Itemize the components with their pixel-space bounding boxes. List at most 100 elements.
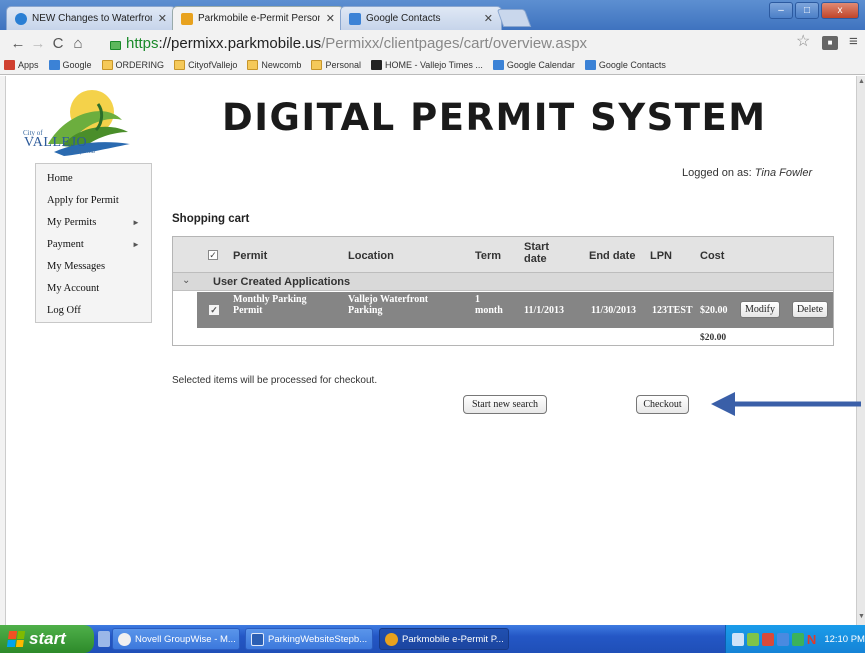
select-all-checkbox[interactable]: ✓ — [208, 250, 218, 260]
minimize-button[interactable]: – — [769, 2, 793, 19]
maximize-button[interactable]: □ — [795, 2, 819, 19]
browser-tab-waterfront[interactable]: NEW Changes to Waterfront ✕ — [6, 6, 176, 30]
delete-button[interactable]: Delete — [792, 301, 828, 318]
close-window-button[interactable]: x — [821, 2, 859, 19]
nav-item-apply-for-permit[interactable]: Apply for Permit — [36, 189, 151, 211]
browser-tab-google-contacts[interactable]: Google Contacts ✕ — [340, 6, 502, 30]
group-row-user-created[interactable]: ⌄ User Created Applications — [173, 273, 833, 291]
close-icon[interactable]: ✕ — [326, 12, 335, 25]
collapse-toggle-icon[interactable]: ⌄ — [182, 275, 190, 286]
bookmark-apps[interactable]: Apps — [4, 60, 39, 70]
group-label: User Created Applications — [213, 276, 351, 288]
page-title: DIGITAL PERMIT SYSTEM — [222, 96, 767, 139]
volume-icon[interactable] — [776, 632, 789, 646]
cart-total: $20.00 — [700, 333, 727, 343]
forward-icon[interactable]: → — [28, 35, 48, 52]
apps-grid-icon — [4, 60, 15, 70]
taskbar-item-groupwise[interactable]: Novell GroupWise - M... — [112, 628, 240, 650]
contacts-icon — [584, 60, 596, 70]
tab-label: Parkmobile e-Permit Personal — [198, 13, 320, 24]
taskbar-item-chrome[interactable]: Parkmobile e-Permit P... — [379, 628, 509, 650]
security-icon[interactable] — [746, 632, 759, 646]
network-icon[interactable] — [732, 632, 744, 646]
bookmark-google-calendar[interactable]: Google Calendar — [492, 60, 575, 70]
logged-on-status: Logged on as: Tina Fowler — [682, 167, 813, 179]
tab-label: Google Contacts — [366, 13, 441, 24]
chrome-icon — [385, 632, 398, 646]
vertical-scrollbar[interactable]: ▲ ▼ — [856, 76, 865, 625]
start-button[interactable]: start — [0, 625, 94, 653]
cell-lpn: 123TEST — [652, 305, 693, 316]
sync-icon[interactable] — [791, 632, 804, 646]
cell-end-date: 11/30/2013 — [591, 305, 637, 316]
folder-icon — [174, 60, 186, 70]
row-checkbox[interactable]: ✓ — [209, 305, 219, 315]
nav-item-my-account[interactable]: My Account — [36, 277, 151, 299]
address-bar[interactable]: https://permixx.parkmobile.us/Permixx/cl… — [110, 33, 826, 53]
nav-item-my-messages[interactable]: My Messages — [36, 255, 151, 277]
column-start-date: Start date — [524, 241, 550, 265]
system-tray: N 12:10 PM — [725, 625, 865, 653]
column-end-date: End date — [589, 250, 636, 262]
submenu-arrow-icon: ► — [132, 217, 140, 227]
globe-icon — [15, 12, 27, 25]
modify-button[interactable]: Modify — [740, 301, 780, 318]
bookmark-newcomb[interactable]: Newcomb — [247, 60, 301, 70]
bookmark-vallejo-times[interactable]: HOME - Vallejo Times ... — [370, 60, 483, 70]
cell-term: 1 month — [475, 294, 503, 316]
cart-table-header: ✓ Permit Location Term Start date End da… — [173, 237, 833, 273]
close-icon[interactable]: ✕ — [484, 12, 493, 25]
tab-label: NEW Changes to Waterfront — [32, 13, 152, 24]
parkmobile-icon — [181, 12, 193, 25]
bookmark-cityofvallejo[interactable]: CityofVallejo — [174, 60, 237, 70]
start-new-search-button[interactable]: Start new search — [463, 395, 547, 414]
taskbar-item-word[interactable]: ParkingWebsiteStepb... — [245, 628, 373, 650]
nav-item-log-off[interactable]: Log Off — [36, 299, 151, 321]
scroll-down-icon[interactable]: ▼ — [857, 613, 865, 623]
browser-toolbar: ← → C ⌂ https://permixx.parkmobile.us/Pe… — [0, 30, 865, 56]
cell-cost: $20.00 — [700, 305, 728, 316]
column-lpn: LPN — [650, 250, 672, 262]
new-tab-button[interactable] — [496, 9, 532, 27]
bookmark-google[interactable]: Google — [48, 60, 92, 70]
home-icon[interactable]: ⌂ — [68, 35, 88, 52]
checkout-button[interactable]: Checkout — [636, 395, 689, 414]
windows-logo-icon — [6, 631, 26, 647]
column-cost: Cost — [700, 250, 725, 262]
cell-location: Vallejo Waterfront Parking — [348, 294, 429, 316]
extension-icon[interactable]: ■ — [822, 36, 838, 50]
side-navigation: Home Apply for Permit My Permits ► Paymen… — [35, 163, 152, 323]
word-icon — [251, 632, 264, 646]
start-label: start — [29, 629, 66, 648]
close-icon[interactable]: ✕ — [158, 12, 167, 25]
n-app-icon[interactable]: N — [807, 632, 816, 647]
back-icon[interactable]: ← — [8, 35, 28, 52]
cart-heading: Shopping cart — [172, 213, 250, 225]
antivirus-icon[interactable] — [761, 632, 774, 646]
window-controls: – □ x — [769, 2, 859, 19]
quick-launch-icon[interactable] — [98, 631, 110, 647]
table-row: ✓ Monthly Parking Permit Vallejo Waterfr… — [197, 292, 833, 328]
browser-tab-parkmobile[interactable]: Parkmobile e-Permit Personal ✕ — [172, 6, 344, 30]
scroll-up-icon[interactable]: ▲ — [857, 78, 865, 88]
logged-on-user: Tina Fowler — [754, 167, 813, 179]
chrome-menu-icon[interactable]: ≡ — [849, 33, 858, 50]
cell-start-date: 11/1/2013 — [524, 305, 565, 316]
column-permit: Permit — [233, 250, 268, 262]
google-icon — [48, 60, 60, 70]
lock-icon — [110, 40, 121, 50]
reload-icon[interactable]: C — [48, 35, 68, 52]
bookmarks-bar: Apps Google ORDERING CityofVallejo Newco… — [0, 56, 865, 75]
bookmark-star-icon[interactable]: ☆ — [796, 31, 810, 51]
bookmark-ordering[interactable]: ORDERING — [101, 60, 164, 70]
folder-icon — [101, 60, 113, 70]
nav-item-home[interactable]: Home — [36, 167, 151, 189]
bookmark-personal[interactable]: Personal — [311, 60, 361, 70]
nav-item-payment[interactable]: Payment ► — [36, 233, 151, 255]
nav-item-my-permits[interactable]: My Permits ► — [36, 211, 151, 233]
bookmark-google-contacts[interactable]: Google Contacts — [584, 60, 666, 70]
folder-icon — [311, 60, 323, 70]
contacts-icon — [349, 12, 361, 25]
submenu-arrow-icon: ► — [132, 239, 140, 249]
taskbar-clock: 12:10 PM — [824, 633, 865, 645]
